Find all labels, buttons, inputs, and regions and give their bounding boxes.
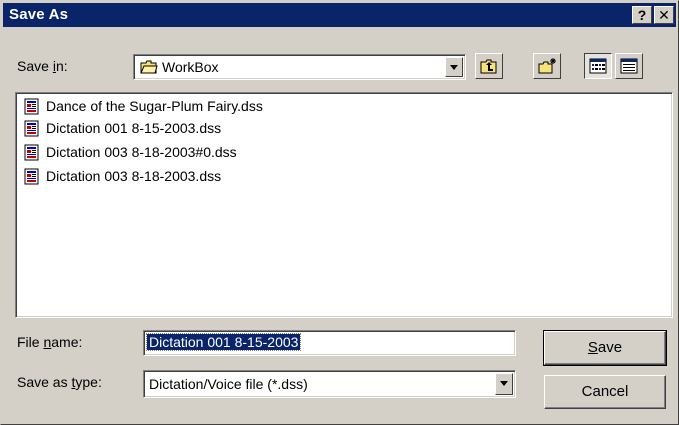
- save-in-label: Save in:: [17, 58, 68, 74]
- file-name-label: File name:: [17, 334, 83, 350]
- file-name-input[interactable]: Dictation 001 8-15-2003: [143, 330, 516, 356]
- chevron-down-icon[interactable]: [495, 373, 513, 395]
- file-name-text: Dictation 003 8-18-2003.dss: [46, 168, 222, 184]
- cancel-button[interactable]: Cancel: [544, 375, 666, 409]
- dss-file-icon: [24, 144, 40, 167]
- list-view-button[interactable]: [584, 53, 612, 79]
- file-name-text: Dance of the Sugar-Plum Fairy.dss: [46, 98, 263, 114]
- title-bar[interactable]: Save As ? ✕: [3, 3, 676, 27]
- save-as-type-value: Dictation/Voice file (*.dss): [149, 376, 308, 392]
- list-view-icon: [589, 58, 607, 74]
- dss-file-icon: [24, 98, 40, 121]
- up-one-level-icon: [480, 59, 497, 74]
- dialog-title: Save As: [9, 6, 69, 23]
- save-button[interactable]: Save: [543, 330, 667, 366]
- file-name-text: Dictation 001 8-15-2003.dss: [46, 120, 222, 136]
- save-as-dialog: Save As ? ✕ Save in: WorkBox Dance of th…: [0, 0, 679, 425]
- details-view-icon: [620, 58, 638, 74]
- save-in-dropdown[interactable]: WorkBox: [133, 54, 466, 80]
- new-folder-icon: [538, 58, 556, 74]
- close-icon: ✕: [658, 7, 670, 23]
- help-icon: ?: [637, 7, 647, 23]
- file-name-text: Dictation 003 8-18-2003#0.dss: [46, 144, 237, 160]
- save-as-type-label: Save as type:: [17, 374, 102, 390]
- close-button[interactable]: ✕: [654, 6, 674, 24]
- dss-file-icon: [24, 120, 40, 143]
- folder-icon: [140, 59, 158, 78]
- file-list[interactable]: Dance of the Sugar-Plum Fairy.dss Dictati…: [15, 92, 673, 318]
- chevron-down-icon[interactable]: [445, 57, 463, 77]
- dss-file-icon: [24, 168, 40, 191]
- up-one-level-button[interactable]: [475, 53, 503, 79]
- save-in-value: WorkBox: [162, 59, 219, 75]
- help-button[interactable]: ?: [632, 6, 652, 24]
- details-view-button[interactable]: [615, 53, 643, 79]
- new-folder-button[interactable]: [533, 53, 561, 79]
- save-as-type-dropdown[interactable]: Dictation/Voice file (*.dss): [143, 370, 516, 398]
- file-name-value: Dictation 001 8-15-2003: [145, 333, 302, 351]
